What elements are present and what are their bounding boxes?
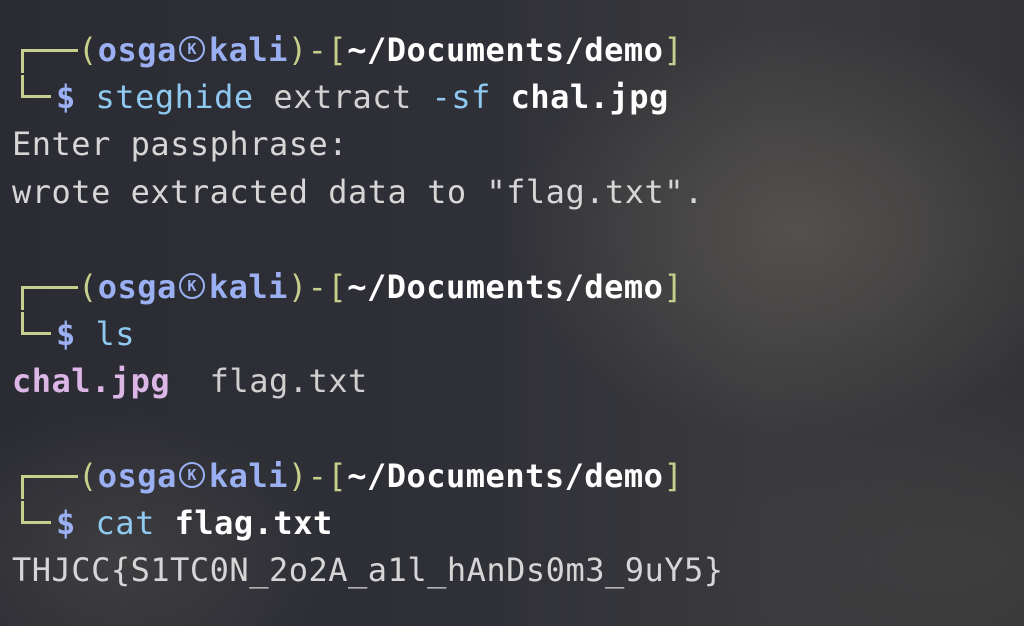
output-line: wrote extracted data to "flag.txt". (12, 173, 704, 211)
prompt-path: ~/Documents/demo (347, 31, 664, 69)
command-line: $ ls (12, 312, 135, 356)
prompt-line: (osga Kkali)-[~/Documents/demo] (12, 265, 684, 310)
prompt-line: (osga Kkali)-[~/Documents/demo] (12, 28, 684, 73)
prompt-corner-bottom (12, 75, 56, 119)
prompt-corner-top (12, 454, 78, 499)
file-entry-text: flag.txt (209, 362, 368, 400)
command-name: ls (95, 315, 136, 353)
prompt-user: osga (97, 268, 177, 306)
prompt-corner-bottom (12, 501, 56, 545)
prompt-close-bracket: ] (663, 268, 684, 306)
prompt-separator: )- (287, 268, 328, 306)
command-line: $ steghide extract -sf chal.jpg (12, 75, 669, 119)
output-line: Enter passphrase: (12, 125, 349, 163)
prompt-separator: )- (287, 457, 328, 495)
prompt-corner-top (12, 28, 78, 73)
prompt-line: (osga Kkali)-[~/Documents/demo] (12, 454, 684, 499)
prompt-user: osga (97, 31, 177, 69)
prompt-host: kali (208, 457, 288, 495)
command-arg: extract (273, 78, 412, 116)
prompt-close-bracket: ] (663, 31, 684, 69)
prompt-open-paren: ( (78, 268, 98, 306)
prompt-open-paren: ( (78, 31, 98, 69)
command-name: cat (95, 504, 155, 542)
prompt-path: ~/Documents/demo (347, 457, 664, 495)
prompt-host: kali (208, 268, 288, 306)
prompt-close-bracket: ] (663, 457, 684, 495)
ls-output: chal.jpg flag.txt (12, 359, 368, 403)
kali-dragon-icon: K (178, 462, 205, 488)
prompt-separator: )- (287, 31, 328, 69)
command-file-arg: chal.jpg (510, 78, 669, 116)
prompt-open-bracket: [ (327, 268, 348, 306)
kali-dragon-icon: K (178, 36, 205, 62)
prompt-dollar: $ (56, 504, 76, 542)
prompt-path: ~/Documents/demo (347, 268, 664, 306)
prompt-open-paren: ( (78, 457, 98, 495)
terminal-window[interactable]: (osga Kkali)-[~/Documents/demo] $ steghid… (0, 0, 1024, 626)
command-file-arg: flag.txt (174, 504, 333, 542)
file-entry-image: chal.jpg (12, 362, 171, 400)
prompt-open-bracket: [ (327, 31, 348, 69)
prompt-dollar: $ (56, 78, 76, 116)
flag-output: THJCC{S1TC0N_2o2A_a1l_hAnDs0m3_9uY5} (12, 551, 724, 589)
command-option: -sf (431, 78, 491, 116)
command-line: $ cat flag.txt (12, 501, 333, 545)
prompt-user: osga (97, 457, 177, 495)
prompt-corner-top (12, 265, 78, 310)
prompt-dollar: $ (56, 315, 76, 353)
prompt-host: kali (208, 31, 288, 69)
prompt-open-bracket: [ (327, 457, 348, 495)
command-name: steghide (95, 78, 254, 116)
kali-dragon-icon: K (178, 273, 205, 299)
prompt-corner-bottom (12, 312, 56, 356)
